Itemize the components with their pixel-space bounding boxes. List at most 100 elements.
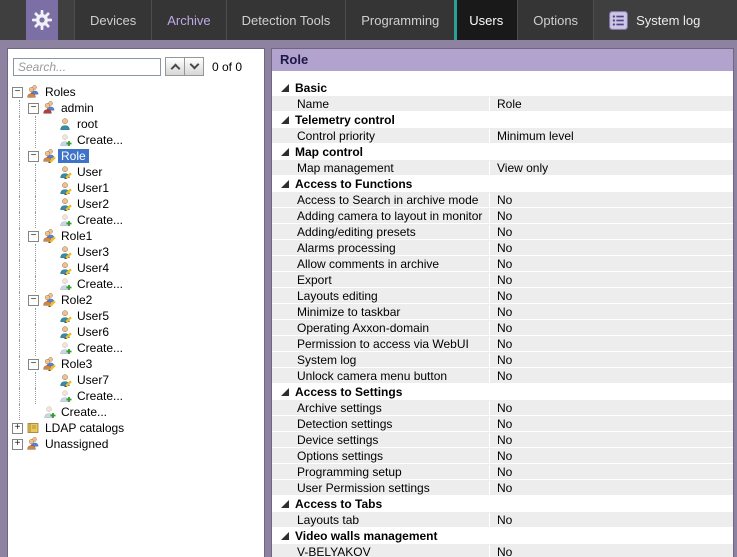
prop-name[interactable]: NameRole: [272, 96, 733, 112]
tree-item-root[interactable]: root: [12, 116, 262, 132]
prop-value[interactable]: No: [489, 401, 733, 415]
collapse-toggle[interactable]: −: [28, 295, 39, 306]
prop-unlock-camera-menu-button[interactable]: Unlock camera menu buttonNo: [272, 368, 733, 384]
prop-archive-settings[interactable]: Archive settingsNo: [272, 400, 733, 416]
prop-permission-to-access-via-webui[interactable]: Permission to access via WebUINo: [272, 336, 733, 352]
prop-value[interactable]: No: [489, 337, 733, 351]
tree-item-user6[interactable]: User6: [12, 324, 262, 340]
prop-adding-camera-to-layout-in-monitor[interactable]: Adding camera to layout in monitorNo: [272, 208, 733, 224]
prop-value[interactable]: No: [489, 209, 733, 223]
prop-access-to-search-in-archive-mode[interactable]: Access to Search in archive modeNo: [272, 192, 733, 208]
prop-value[interactable]: No: [489, 433, 733, 447]
tree-item-label: Role3: [58, 357, 95, 371]
tree-item-roles[interactable]: −Roles: [12, 84, 262, 100]
prop-value[interactable]: No: [489, 225, 733, 239]
prop-system-log[interactable]: System logNo: [272, 352, 733, 368]
tab-programming[interactable]: Programming: [345, 0, 454, 40]
prop-control-priority[interactable]: Control priorityMinimum level: [272, 128, 733, 144]
system-log-button[interactable]: System log: [608, 0, 700, 40]
prop-value[interactable]: No: [489, 481, 733, 495]
tree-item-unassigned[interactable]: +Unassigned: [12, 436, 262, 452]
prop-name: Options settings: [272, 449, 489, 463]
prop-value[interactable]: No: [489, 305, 733, 319]
prop-map-management[interactable]: Map managementView only: [272, 160, 733, 176]
collapse-toggle[interactable]: −: [28, 103, 39, 114]
prop-export[interactable]: ExportNo: [272, 272, 733, 288]
prop-value[interactable]: No: [489, 417, 733, 431]
tree-item-admin[interactable]: −admin: [12, 100, 262, 116]
group-access-to-functions[interactable]: Access to Functions: [272, 176, 733, 192]
tree-item-user4[interactable]: User4: [12, 260, 262, 276]
tab-users[interactable]: Users: [454, 0, 517, 40]
prop-value[interactable]: No: [489, 545, 733, 557]
tree-item-role[interactable]: −Role: [12, 148, 262, 164]
prop-value[interactable]: View only: [489, 161, 733, 175]
prop-value[interactable]: No: [489, 513, 733, 527]
prop-alarms-processing[interactable]: Alarms processingNo: [272, 240, 733, 256]
tree-item-user[interactable]: User: [12, 164, 262, 180]
prop-layouts-tab[interactable]: Layouts tabNo: [272, 512, 733, 528]
tree-item-create[interactable]: Create...: [12, 404, 262, 420]
group-telemetry-control[interactable]: Telemetry control: [272, 112, 733, 128]
tree-item-user3[interactable]: User3: [12, 244, 262, 260]
tab-archive[interactable]: Archive: [151, 0, 225, 40]
search-input[interactable]: [13, 58, 161, 76]
collapse-toggle[interactable]: −: [28, 151, 39, 162]
prop-device-settings[interactable]: Device settingsNo: [272, 432, 733, 448]
tree-item-user5[interactable]: User5: [12, 308, 262, 324]
tab-options[interactable]: Options: [517, 0, 594, 40]
prop-value[interactable]: No: [489, 289, 733, 303]
prop-allow-comments-in-archive[interactable]: Allow comments in archiveNo: [272, 256, 733, 272]
tree-item-role3[interactable]: − Role3: [12, 356, 262, 372]
prop-detection-settings[interactable]: Detection settingsNo: [272, 416, 733, 432]
settings-gear-button[interactable]: [26, 0, 58, 40]
search-next-button[interactable]: [184, 57, 204, 76]
search-prev-button[interactable]: [165, 57, 185, 76]
prop-adding-editing-presets[interactable]: Adding/editing presetsNo: [272, 224, 733, 240]
group-basic[interactable]: Basic: [272, 80, 733, 96]
tree-guide: [12, 132, 28, 148]
prop-value[interactable]: No: [489, 465, 733, 479]
prop-minimize-to-taskbar[interactable]: Minimize to taskbarNo: [272, 304, 733, 320]
prop-programming-setup[interactable]: Programming setupNo: [272, 464, 733, 480]
tree-item-create[interactable]: Create...: [12, 212, 262, 228]
prop-layouts-editing[interactable]: Layouts editingNo: [272, 288, 733, 304]
group-map-control[interactable]: Map control: [272, 144, 733, 160]
prop-value[interactable]: No: [489, 193, 733, 207]
tab-devices[interactable]: Devices: [74, 0, 151, 40]
prop-value[interactable]: No: [489, 321, 733, 335]
prop-options-settings[interactable]: Options settingsNo: [272, 448, 733, 464]
group-access-to-tabs[interactable]: Access to Tabs: [272, 496, 733, 512]
expand-toggle[interactable]: +: [12, 423, 23, 434]
tree-item-create[interactable]: Create...: [12, 132, 262, 148]
tree-item-role2[interactable]: −Role2: [12, 292, 262, 308]
prop-value[interactable]: No: [489, 257, 733, 271]
tree-item-role1[interactable]: −Role1: [12, 228, 262, 244]
tree-item-user7[interactable]: User7: [12, 372, 262, 388]
tree-item-user1[interactable]: User1: [12, 180, 262, 196]
group-video-walls-management[interactable]: Video walls management: [272, 528, 733, 544]
tree-item-create[interactable]: Create...: [12, 340, 262, 356]
prop-value[interactable]: No: [489, 241, 733, 255]
prop-user-permission-settings[interactable]: User Permission settingsNo: [272, 480, 733, 496]
collapse-toggle[interactable]: −: [12, 87, 23, 98]
prop-value[interactable]: No: [489, 449, 733, 463]
prop-value[interactable]: Minimum level: [489, 129, 733, 143]
prop-v-belyakov[interactable]: V-BELYAKOVNo: [272, 544, 733, 557]
tree-guide: [12, 292, 28, 308]
collapse-toggle[interactable]: −: [28, 359, 39, 370]
tree-item-ldap-catalogs[interactable]: +LDAP catalogs: [12, 420, 262, 436]
prop-value[interactable]: Role: [489, 97, 733, 111]
tab-detection-tools[interactable]: Detection Tools: [226, 0, 346, 40]
tree-item-create[interactable]: Create...: [12, 276, 262, 292]
tree-guide: [28, 132, 44, 148]
prop-value[interactable]: No: [489, 353, 733, 367]
collapse-toggle[interactable]: −: [28, 231, 39, 242]
expand-toggle[interactable]: +: [12, 439, 23, 450]
prop-value[interactable]: No: [489, 273, 733, 287]
prop-operating-axxon-domain[interactable]: Operating Axxon-domainNo: [272, 320, 733, 336]
tree-item-create[interactable]: Create...: [12, 388, 262, 404]
group-access-to-settings[interactable]: Access to Settings: [272, 384, 733, 400]
tree-item-user2[interactable]: User2: [12, 196, 262, 212]
prop-value[interactable]: No: [489, 369, 733, 383]
